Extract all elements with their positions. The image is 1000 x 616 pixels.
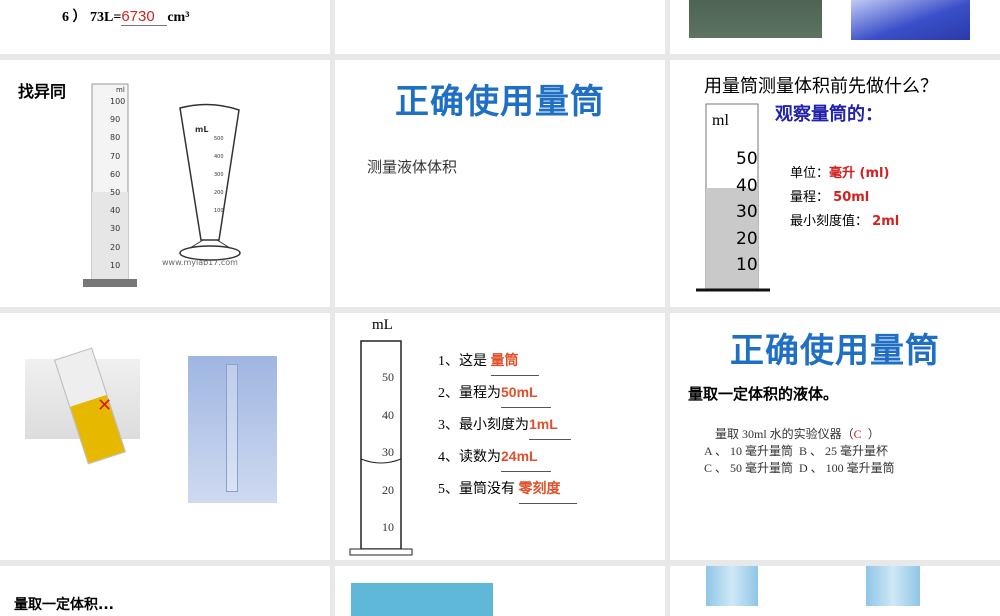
slide-thumbnail-9[interactable]: 正确使用量筒 量取一定体积的液体。 量取 30ml 水的实验仪器（C ） A 、… <box>670 313 1000 560</box>
slide-title: 用量筒测量体积前先做什么？ <box>704 76 938 97</box>
photo-cylinder-closeup <box>706 566 758 606</box>
slide-thumbnail-1[interactable]: 6 ） 73L=6730 cm³ <box>0 0 330 54</box>
question-text: 6 ） 73L= <box>62 10 122 25</box>
cylinder-ticks: 50 40 30 20 10 <box>382 370 394 534</box>
beaker-drawing: mL <box>179 103 241 261</box>
slide-title: 正确使用量筒 <box>395 82 605 122</box>
wrong-mark: ✕ <box>97 395 113 416</box>
cylinder-ticks: 50 40 30 20 10 <box>736 149 758 275</box>
beaker-ticks: 500 400 300 200 100 <box>214 136 224 214</box>
slide-text-partial: 量取一定体积... <box>14 597 114 613</box>
slide-thumbnail-10[interactable]: 量取一定体积... <box>0 566 330 616</box>
slide-thumbnail-2[interactable] <box>335 0 665 54</box>
slide-thumbnail-6[interactable]: 用量筒测量体积前先做什么？ 观察量筒的： ml 50 40 30 20 10 单位：毫升… <box>670 60 1000 307</box>
slide-title: 找异同 <box>18 82 67 101</box>
question-item: 3、最小刻度为1mL <box>438 409 577 441</box>
svg-text:mL: mL <box>195 125 208 134</box>
slide-thumbnail-4[interactable]: 找异同 ml 100 90 80 70 60 50 40 30 20 10 mL 500 400 30… <box>0 60 330 307</box>
slide-subtitle: 观察量筒的： <box>775 104 883 125</box>
slide-title: 正确使用量筒 <box>730 331 940 371</box>
question-item: 4、读数为24mL <box>438 441 577 473</box>
slide-thumbnail-7[interactable]: ✕ <box>0 313 330 560</box>
photo-cylinder <box>188 356 277 503</box>
question-list: 1、这是 量筒 2、量程为50mL 3、最小刻度为1mL 4、读数为24mL 5… <box>438 345 577 505</box>
photo-cylinder-blue <box>851 0 970 40</box>
unit-text: cm³ <box>167 10 190 25</box>
cylinder-unit: ml <box>712 112 729 129</box>
photo-tilted-cylinder: ✕ <box>25 347 140 465</box>
question-item: 2、量程为50mL <box>438 377 577 409</box>
photo-cylinder-closeup <box>866 566 920 606</box>
cylinder-ticks: 100 90 80 70 60 50 40 30 20 10 <box>110 97 126 270</box>
slide-thumbnail-8[interactable]: mL 50 40 30 20 10 1、这是 量筒 2、量程为50mL 3、最小刻度为1… <box>335 313 665 560</box>
properties-list: 单位：毫升 (ml) 量程： 50ml 最小刻度值： 2ml <box>790 166 900 229</box>
slide-body: 量取一定体积的液体。 <box>688 385 839 403</box>
answer-text: 6730 <box>121 8 168 26</box>
graduated-cylinder-drawing <box>696 103 770 292</box>
slide-thumbnail-3[interactable] <box>670 0 1000 54</box>
cylinder-unit: mL <box>372 317 393 333</box>
slide-thumbnail-5[interactable]: 正确使用量筒 测量液体体积 <box>335 60 665 307</box>
slide-body: 测量液体体积 <box>367 158 458 176</box>
options-list: A 、 10 毫升量筒 B 、 25 毫升量杯 C 、 50 毫升量筒 D 、 1… <box>704 444 895 475</box>
question-item: 1、这是 量筒 <box>438 345 577 377</box>
question-item: 5、量筒没有 零刻度 <box>438 473 577 505</box>
watermark: www.mylab17.com <box>162 258 238 267</box>
photo-cylinder-green <box>689 0 822 38</box>
slide-thumbnail-11[interactable] <box>335 566 665 616</box>
question-text: 量取 30ml 水的实验仪器（C ） <box>715 427 880 441</box>
slide-thumbnail-12[interactable] <box>670 566 1000 616</box>
